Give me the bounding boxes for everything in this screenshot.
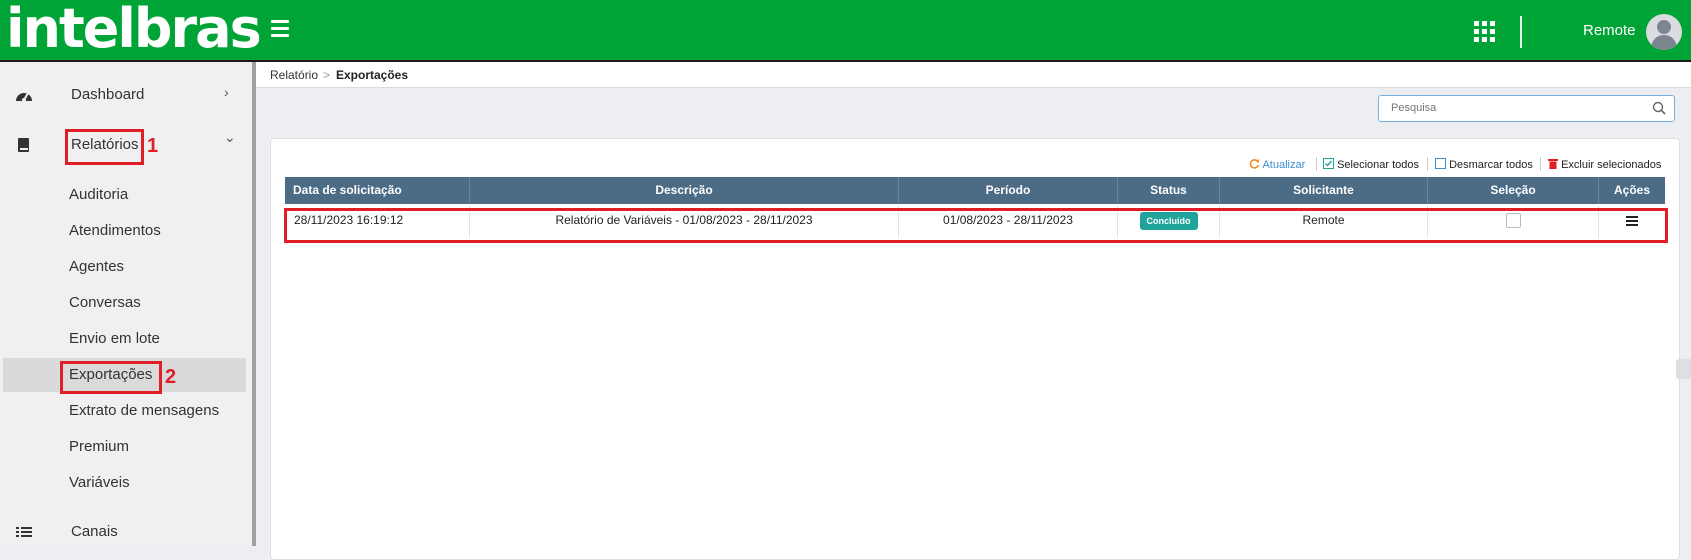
refresh-button[interactable]: Atualizar <box>1249 158 1305 171</box>
search-input[interactable] <box>1389 101 1643 115</box>
empty-box-icon <box>1435 158 1446 169</box>
sidebar-subitem-label: Variáveis <box>69 474 130 491</box>
toolbar-separator <box>1316 157 1317 171</box>
sidebar-item-canais[interactable]: Canais <box>0 514 252 550</box>
sidebar-subitem-variaveis[interactable]: Variáveis <box>0 466 252 500</box>
annotation-number-1: 1 <box>147 135 159 157</box>
sidebar-item-dashboard[interactable]: Dashboard › <box>0 77 252 113</box>
annotation-box-2 <box>60 361 162 394</box>
sidebar-subitem-label: Premium <box>69 438 130 455</box>
apps-grid-icon[interactable] <box>1474 21 1496 43</box>
dashboard-gauge-icon <box>15 87 33 103</box>
column-header-status[interactable]: Status <box>1118 177 1220 204</box>
checked-box-icon <box>1323 158 1334 169</box>
refresh-icon <box>1249 159 1260 169</box>
list-icon <box>15 524 33 540</box>
sidebar-subitem-auditoria[interactable]: Auditoria <box>0 178 252 212</box>
column-header-actions[interactable]: Ações <box>1599 177 1665 204</box>
top-bar-separator <box>1520 16 1522 48</box>
search-box[interactable] <box>1378 95 1675 122</box>
sidebar-item-label: Dashboard <box>71 86 145 103</box>
deselect-all-label: Desmarcar todos <box>1449 159 1533 171</box>
select-all-label: Selecionar todos <box>1337 159 1420 171</box>
side-panel-toggle-icon[interactable] <box>1676 359 1691 379</box>
sidebar-subitem-label: Auditoria <box>69 186 129 203</box>
sidebar-subitem-atendimentos[interactable]: Atendimentos <box>0 214 252 248</box>
search-icon[interactable] <box>1652 101 1666 115</box>
sidebar-subitem-label: Extrato de mensagens <box>69 402 220 419</box>
sidebar-subitem-extrato-de-mensagens[interactable]: Extrato de mensagens <box>0 394 252 428</box>
select-all-button[interactable]: Selecionar todos <box>1323 158 1419 171</box>
column-header-requester[interactable]: Solicitante <box>1220 177 1428 204</box>
annotation-row-box <box>284 208 1668 243</box>
delete-selected-label: Excluir selecionados <box>1561 159 1662 171</box>
deselect-all-button[interactable]: Desmarcar todos <box>1435 158 1533 171</box>
annotation-number-2: 2 <box>165 366 177 388</box>
trash-icon <box>1548 159 1558 169</box>
sidebar-subitem-label: Agentes <box>69 258 125 275</box>
column-header-description[interactable]: Descrição <box>470 177 899 204</box>
annotation-box-1 <box>65 129 144 165</box>
chevron-down-icon: ⌄ <box>224 129 236 145</box>
table-header: Data de solicitação Descrição Período St… <box>285 177 1665 204</box>
user-name[interactable]: Remote <box>1583 22 1636 39</box>
sidebar-subitem-agentes[interactable]: Agentes <box>0 250 252 284</box>
sidebar-subitem-label: Atendimentos <box>69 222 161 239</box>
chevron-right-icon: › <box>224 84 229 100</box>
toolbar-separator <box>1427 157 1428 171</box>
column-header-period[interactable]: Período <box>899 177 1118 204</box>
sidebar-subitem-premium[interactable]: Premium <box>0 430 252 464</box>
column-header-date[interactable]: Data de solicitação <box>285 177 470 204</box>
breadcrumb-link-relatorio[interactable]: Relatório <box>270 68 318 82</box>
breadcrumb: Relatório > Exportações <box>256 62 1691 88</box>
sidebar-item-label: Canais <box>71 523 118 540</box>
intelbras-logo: intelbras <box>6 0 262 60</box>
sidebar-subitem-label: Conversas <box>69 294 141 311</box>
sidebar-subitem-label: Envio em lote <box>69 330 160 347</box>
hamburger-icon[interactable] <box>271 20 289 38</box>
delete-selected-button[interactable]: Excluir selecionados <box>1548 158 1661 171</box>
toolbar-separator <box>1540 157 1541 171</box>
breadcrumb-current: Exportações <box>336 68 409 82</box>
sidebar-subitem-envio-em-lote[interactable]: Envio em lote <box>0 322 252 356</box>
user-avatar-icon[interactable] <box>1646 14 1682 50</box>
book-icon <box>15 137 33 153</box>
breadcrumb-separator: > <box>323 68 331 82</box>
refresh-label: Atualizar <box>1262 159 1306 171</box>
sidebar-subitem-conversas[interactable]: Conversas <box>0 286 252 320</box>
column-header-selection[interactable]: Seleção <box>1428 177 1599 204</box>
